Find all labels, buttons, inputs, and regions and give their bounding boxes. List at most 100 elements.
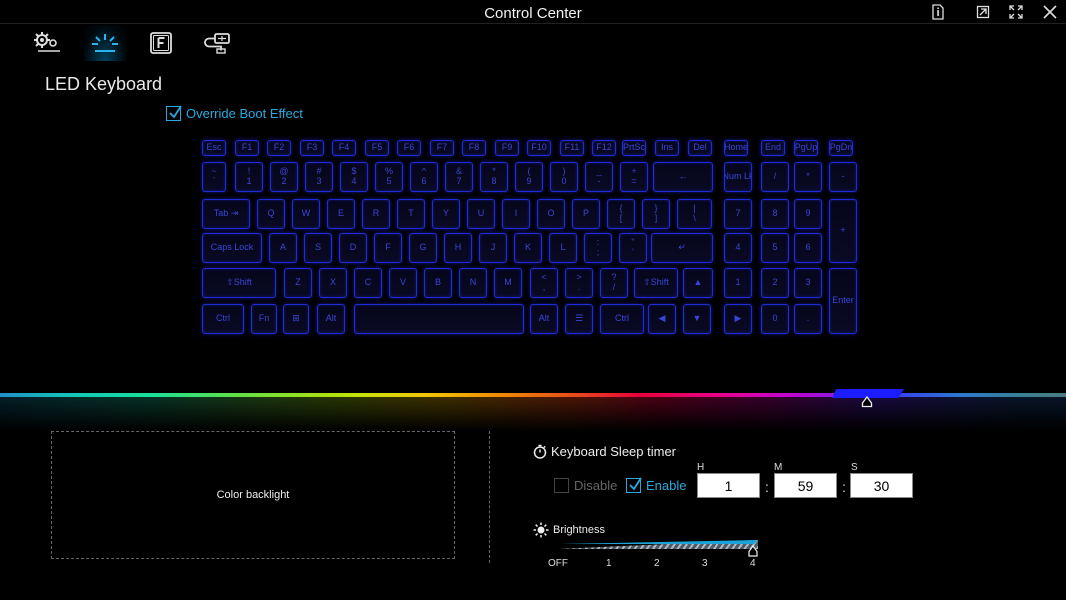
keyboard-key[interactable]: / bbox=[761, 162, 789, 192]
override-boot-effect-checkbox[interactable]: Override Boot Effect bbox=[166, 105, 303, 121]
keyboard-key[interactable]: PgDn bbox=[829, 140, 853, 156]
keyboard-key[interactable]: * 8 bbox=[480, 162, 508, 192]
keyboard-key[interactable]: | \ bbox=[677, 199, 712, 229]
keyboard-key[interactable]: F bbox=[374, 233, 402, 263]
fullscreen-button[interactable] bbox=[1005, 3, 1027, 21]
keyboard-key[interactable]: 5 bbox=[761, 233, 789, 263]
keyboard-key[interactable]: B bbox=[424, 268, 452, 298]
hours-input[interactable]: 1 bbox=[697, 473, 760, 498]
keyboard-key[interactable]: Fn bbox=[251, 304, 277, 334]
keyboard-key[interactable]: Home bbox=[724, 140, 748, 156]
keyboard-key[interactable]: F11 bbox=[560, 140, 584, 156]
keyboard-key[interactable]: M bbox=[494, 268, 522, 298]
keyboard-key[interactable]: ) 0 bbox=[550, 162, 578, 192]
keyboard-key[interactable]: D bbox=[339, 233, 367, 263]
keyboard-key[interactable]: ▲ bbox=[683, 268, 713, 298]
info-button[interactable] bbox=[927, 3, 949, 21]
keyboard-key[interactable]: 4 bbox=[724, 233, 752, 263]
tab-usb[interactable] bbox=[196, 25, 238, 61]
keyboard-key[interactable]: U bbox=[467, 199, 495, 229]
keyboard-key[interactable]: + bbox=[829, 199, 857, 263]
keyboard-key[interactable]: { [ bbox=[607, 199, 635, 229]
keyboard-key[interactable]: Ctrl bbox=[202, 304, 244, 334]
keyboard-key[interactable]: Tab ⇥ bbox=[202, 199, 250, 229]
tab-system[interactable] bbox=[26, 25, 68, 61]
keyboard-key[interactable]: @ 2 bbox=[270, 162, 298, 192]
keyboard-key[interactable]: N bbox=[459, 268, 487, 298]
keyboard-key[interactable]: V bbox=[389, 268, 417, 298]
keyboard-key[interactable]: A bbox=[269, 233, 297, 263]
keyboard-key[interactable]: W bbox=[292, 199, 320, 229]
keyboard-key[interactable]: % 5 bbox=[375, 162, 403, 192]
keyboard-key[interactable]: Alt bbox=[317, 304, 345, 334]
keyboard-key[interactable]: Enter bbox=[829, 268, 857, 334]
keyboard-preview[interactable]: Esc F1 F2 F3 F4 F5 F6 F7 F8 F9 F10 F11 F12 PrtSc Ins De… bbox=[197, 134, 862, 339]
color-backlight-panel[interactable]: Color backlight bbox=[51, 431, 455, 559]
keyboard-key[interactable]: ▼ bbox=[683, 304, 711, 334]
keyboard-key[interactable]: ↵ bbox=[651, 233, 713, 263]
keyboard-key[interactable]: ⇧Shift bbox=[634, 268, 678, 298]
keyboard-key[interactable]: : ; bbox=[584, 233, 612, 263]
seconds-input[interactable]: 30 bbox=[850, 473, 913, 498]
keyboard-key[interactable]: F12 bbox=[592, 140, 616, 156]
keyboard-key[interactable]: ( 9 bbox=[515, 162, 543, 192]
keyboard-key[interactable]: PrtSc bbox=[622, 140, 646, 156]
disable-checkbox[interactable]: Disable bbox=[554, 478, 617, 493]
enable-checkbox[interactable]: Enable bbox=[626, 477, 686, 493]
keyboard-key[interactable]: < , bbox=[530, 268, 558, 298]
keyboard-key[interactable]: . bbox=[794, 304, 822, 334]
keyboard-key[interactable]: - bbox=[829, 162, 857, 192]
keyboard-key[interactable]: X bbox=[319, 268, 347, 298]
keyboard-key[interactable]: ~ ` bbox=[202, 162, 226, 192]
keyboard-key[interactable]: F2 bbox=[267, 140, 291, 156]
keyboard-key[interactable]: Q bbox=[257, 199, 285, 229]
tab-led-keyboard[interactable] bbox=[84, 25, 126, 61]
keyboard-key[interactable]: End bbox=[761, 140, 785, 156]
keyboard-key[interactable]: F3 bbox=[300, 140, 324, 156]
keyboard-key[interactable]: S bbox=[304, 233, 332, 263]
keyboard-key[interactable]: O bbox=[537, 199, 565, 229]
keyboard-key[interactable]: _ - bbox=[585, 162, 613, 192]
keyboard-key[interactable]: Del bbox=[688, 140, 712, 156]
keyboard-key[interactable]: F8 bbox=[462, 140, 486, 156]
keyboard-key[interactable]: F5 bbox=[365, 140, 389, 156]
keyboard-key[interactable]: Ctrl bbox=[600, 304, 644, 334]
keyboard-key[interactable]: 7 bbox=[724, 199, 752, 229]
keyboard-key[interactable]: ⊞ bbox=[283, 304, 309, 334]
keyboard-key[interactable]: Y bbox=[432, 199, 460, 229]
keyboard-key[interactable]: ☰ bbox=[565, 304, 593, 334]
keyboard-key[interactable]: & 7 bbox=[445, 162, 473, 192]
keyboard-key[interactable]: Esc bbox=[202, 140, 226, 156]
brightness-slider-thumb-icon[interactable] bbox=[748, 545, 758, 557]
keyboard-key[interactable]: Ins bbox=[655, 140, 679, 156]
keyboard-key[interactable] bbox=[354, 304, 524, 334]
keyboard-key[interactable]: Z bbox=[284, 268, 312, 298]
keyboard-key[interactable]: J bbox=[479, 233, 507, 263]
keyboard-key[interactable]: ? / bbox=[600, 268, 628, 298]
keyboard-key[interactable]: F7 bbox=[430, 140, 454, 156]
keyboard-key[interactable]: ◀ bbox=[648, 304, 676, 334]
color-slider-thumb-icon[interactable] bbox=[861, 396, 873, 408]
keyboard-key[interactable]: ← bbox=[653, 162, 713, 192]
tab-function-keys[interactable] bbox=[140, 25, 182, 61]
keyboard-key[interactable]: R bbox=[362, 199, 390, 229]
keyboard-key[interactable]: } ] bbox=[642, 199, 670, 229]
keyboard-key[interactable]: 6 bbox=[794, 233, 822, 263]
keyboard-key[interactable]: Caps Lock bbox=[202, 233, 262, 263]
keyboard-key[interactable]: # 3 bbox=[305, 162, 333, 192]
keyboard-key[interactable]: I bbox=[502, 199, 530, 229]
keyboard-key[interactable]: L bbox=[549, 233, 577, 263]
close-button[interactable] bbox=[1039, 3, 1061, 21]
minutes-input[interactable]: 59 bbox=[774, 473, 837, 498]
keyboard-key[interactable]: 0 bbox=[761, 304, 789, 334]
keyboard-key[interactable]: 1 bbox=[724, 268, 752, 298]
keyboard-key[interactable]: F9 bbox=[495, 140, 519, 156]
keyboard-key[interactable]: E bbox=[327, 199, 355, 229]
keyboard-key[interactable]: 2 bbox=[761, 268, 789, 298]
keyboard-key[interactable]: ▶ bbox=[724, 304, 752, 334]
keyboard-key[interactable]: P bbox=[572, 199, 600, 229]
keyboard-key[interactable]: T bbox=[397, 199, 425, 229]
restore-button[interactable] bbox=[972, 3, 994, 21]
keyboard-key[interactable]: + = bbox=[620, 162, 648, 192]
keyboard-key[interactable]: " ' bbox=[619, 233, 647, 263]
